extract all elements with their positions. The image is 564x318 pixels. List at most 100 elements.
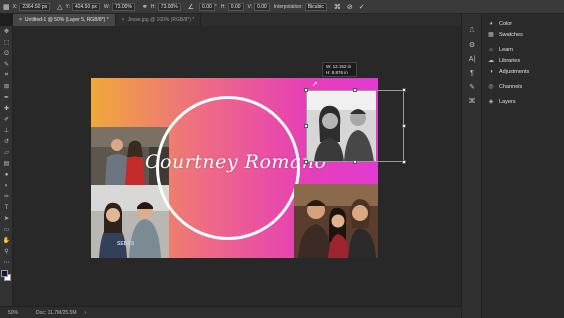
tab-untitled-1[interactable]: × Untitled-1 @ 50% (Layer 5, RGB/8*) * bbox=[13, 14, 116, 26]
transform-handle-top-right[interactable] bbox=[402, 88, 406, 92]
w-label: W: bbox=[103, 3, 110, 10]
hskew-input[interactable]: 0.00 bbox=[227, 2, 244, 11]
commit-transform-icon[interactable]: ✓ bbox=[359, 3, 365, 11]
crop-tool-icon[interactable]: ⌗ bbox=[0, 70, 13, 81]
adjustments-circle-icon: ◑ bbox=[489, 68, 493, 75]
x-field[interactable]: X: 2364.50 px bbox=[13, 2, 51, 11]
rotate-icon: ∠ bbox=[187, 3, 195, 11]
interpolation-field[interactable]: Interpolation: Bicubic bbox=[274, 2, 327, 11]
panel-dock: ◕ Color ▦ Swatches ☼ Learn ☁ Libraries ◑ Adju… bbox=[481, 14, 564, 318]
panel-learn[interactable]: ☼ Learn bbox=[482, 44, 564, 55]
collapsed-panel-strip: ⎍ ⚙ A| ¶ ✎ ⌘ bbox=[461, 14, 481, 318]
w-field[interactable]: W: 73.00% bbox=[103, 2, 135, 11]
h-input[interactable]: 73.00% bbox=[157, 2, 181, 11]
y-label: Y: bbox=[65, 3, 70, 10]
transform-handle-bottom[interactable] bbox=[353, 160, 357, 164]
shape-tool-icon[interactable]: ▭ bbox=[0, 224, 13, 235]
lasso-tool-icon[interactable]: ʘ bbox=[0, 48, 13, 59]
close-tab-icon[interactable]: × bbox=[19, 17, 22, 23]
brush-tool-icon[interactable]: ✐ bbox=[0, 114, 13, 125]
panel-swatches[interactable]: ▦ Swatches bbox=[482, 29, 564, 40]
quick-select-tool-icon[interactable]: ✎ bbox=[0, 59, 13, 70]
warp-icon[interactable]: ⌘ bbox=[334, 3, 341, 11]
link-icon[interactable]: ⚭ bbox=[142, 3, 148, 11]
arrow-cursor-icon: ➚ bbox=[312, 81, 318, 88]
glyphs-panel-icon[interactable]: ⌘ bbox=[462, 94, 482, 108]
color-swatches bbox=[0, 268, 12, 292]
x-input[interactable]: 2364.50 px bbox=[19, 2, 51, 11]
panel-label: Learn bbox=[499, 46, 514, 53]
tab-jesse[interactable]: × Jesse.jpg @ 100% (RGB/8*) * bbox=[116, 14, 202, 26]
transform-handle-right[interactable] bbox=[402, 124, 406, 128]
title-name-text: Courtney Romano bbox=[145, 151, 327, 173]
relative-position-icon[interactable]: △ bbox=[57, 3, 62, 11]
properties-panel-icon[interactable]: ⚙ bbox=[462, 38, 482, 52]
marquee-tool-icon[interactable]: ⬚ bbox=[0, 37, 13, 48]
zoom-level[interactable]: 50% bbox=[8, 310, 18, 316]
more-tools-icon[interactable]: ⋯ bbox=[0, 257, 13, 268]
interpolation-select[interactable]: Bicubic bbox=[304, 2, 327, 11]
transform-handle-bottom-left[interactable] bbox=[304, 160, 308, 164]
h-field[interactable]: H: 73.00% bbox=[150, 2, 181, 11]
panel-label: Swatches bbox=[499, 31, 523, 38]
dodge-tool-icon[interactable]: ◐ bbox=[0, 180, 13, 191]
history-panel-icon[interactable]: ⎍ bbox=[462, 24, 482, 38]
angle-field[interactable]: 0.00 ° bbox=[197, 2, 217, 11]
vskew-label: V: bbox=[247, 3, 253, 10]
eraser-tool-icon[interactable]: ▱ bbox=[0, 147, 13, 158]
type-tool-icon[interactable]: T bbox=[0, 202, 13, 213]
transform-handle-left[interactable] bbox=[304, 124, 308, 128]
group-photo-bottom-right bbox=[294, 184, 378, 258]
tools-panel: ✥ ⬚ ʘ ✎ ⌗ ⊠ ✒ ✚ ✐ ⊥ ↺ ▱ ▤ ● ◐ ✑ T ➤ ▭ ✋ … bbox=[0, 26, 13, 306]
transform-handle-bottom-right[interactable] bbox=[402, 160, 406, 164]
paragraph-panel-icon[interactable]: ¶ bbox=[462, 66, 482, 80]
pen-tool-icon[interactable]: ✑ bbox=[0, 191, 13, 202]
panel-color[interactable]: ◕ Color bbox=[482, 18, 564, 29]
degree-symbol: ° bbox=[214, 3, 217, 10]
vskew-input[interactable]: 0.00 bbox=[254, 2, 270, 11]
vskew-field[interactable]: V: 0.00 bbox=[247, 2, 270, 11]
healing-brush-tool-icon[interactable]: ✚ bbox=[0, 103, 13, 114]
move-tool-icon[interactable]: ✥ bbox=[0, 26, 13, 37]
reference-point-icon[interactable]: ▦ bbox=[3, 3, 10, 11]
foreground-color-swatch[interactable] bbox=[1, 270, 8, 277]
transform-handle-top[interactable] bbox=[353, 88, 357, 92]
brush-settings-icon[interactable]: ✎ bbox=[462, 80, 482, 94]
document-size[interactable]: Doc: 11.7M/25.5M bbox=[36, 310, 76, 316]
tab-label: Jesse.jpg @ 100% (RGB/8*) * bbox=[127, 17, 195, 23]
cancel-transform-icon[interactable]: ⊘ bbox=[347, 3, 353, 11]
clone-stamp-tool-icon[interactable]: ⊥ bbox=[0, 125, 13, 136]
hand-tool-icon[interactable]: ✋ bbox=[0, 235, 13, 246]
document-tabs: × Untitled-1 @ 50% (Layer 5, RGB/8*) * × J… bbox=[13, 14, 461, 26]
status-arrow-icon[interactable]: › bbox=[85, 310, 87, 316]
hskew-field[interactable]: H: 0.00 bbox=[221, 2, 244, 11]
group-photo-image bbox=[294, 184, 378, 258]
zoom-tool-icon[interactable]: ⚲ bbox=[0, 246, 13, 257]
svg-text:SEBAS: SEBAS bbox=[117, 241, 135, 247]
history-brush-tool-icon[interactable]: ↺ bbox=[0, 136, 13, 147]
h-label: H: bbox=[150, 3, 156, 10]
tooltip-height: H: 8.876 in bbox=[326, 70, 348, 75]
panel-layers[interactable]: ◈ Layers bbox=[482, 96, 564, 107]
transform-bounding-box[interactable] bbox=[304, 88, 406, 164]
panel-label: Channels bbox=[499, 83, 523, 90]
path-select-tool-icon[interactable]: ➤ bbox=[0, 213, 13, 224]
libraries-cloud-icon: ☁ bbox=[488, 58, 494, 64]
character-panel-icon[interactable]: A| bbox=[462, 52, 482, 66]
transform-handle-top-left[interactable] bbox=[304, 88, 308, 92]
close-tab-icon[interactable]: × bbox=[122, 17, 125, 23]
w-input[interactable]: 73.00% bbox=[111, 2, 135, 11]
couple-photo-bottom-left: SEBAS bbox=[91, 185, 169, 258]
angle-input[interactable]: 0.00 bbox=[199, 2, 215, 11]
blur-tool-icon[interactable]: ● bbox=[0, 169, 13, 180]
panel-channels[interactable]: ◎ Channels bbox=[482, 81, 564, 92]
lightbulb-icon: ☼ bbox=[488, 46, 494, 53]
y-field[interactable]: Y: 424.50 px bbox=[65, 2, 100, 11]
panel-libraries[interactable]: ☁ Libraries bbox=[482, 55, 564, 66]
panel-label: Color bbox=[499, 20, 513, 27]
y-input[interactable]: 424.50 px bbox=[71, 2, 100, 11]
frame-tool-icon[interactable]: ⊠ bbox=[0, 81, 13, 92]
eyedropper-tool-icon[interactable]: ✒ bbox=[0, 92, 13, 103]
panel-adjustments[interactable]: ◑ Adjustments bbox=[482, 66, 564, 77]
gradient-tool-icon[interactable]: ▤ bbox=[0, 158, 13, 169]
